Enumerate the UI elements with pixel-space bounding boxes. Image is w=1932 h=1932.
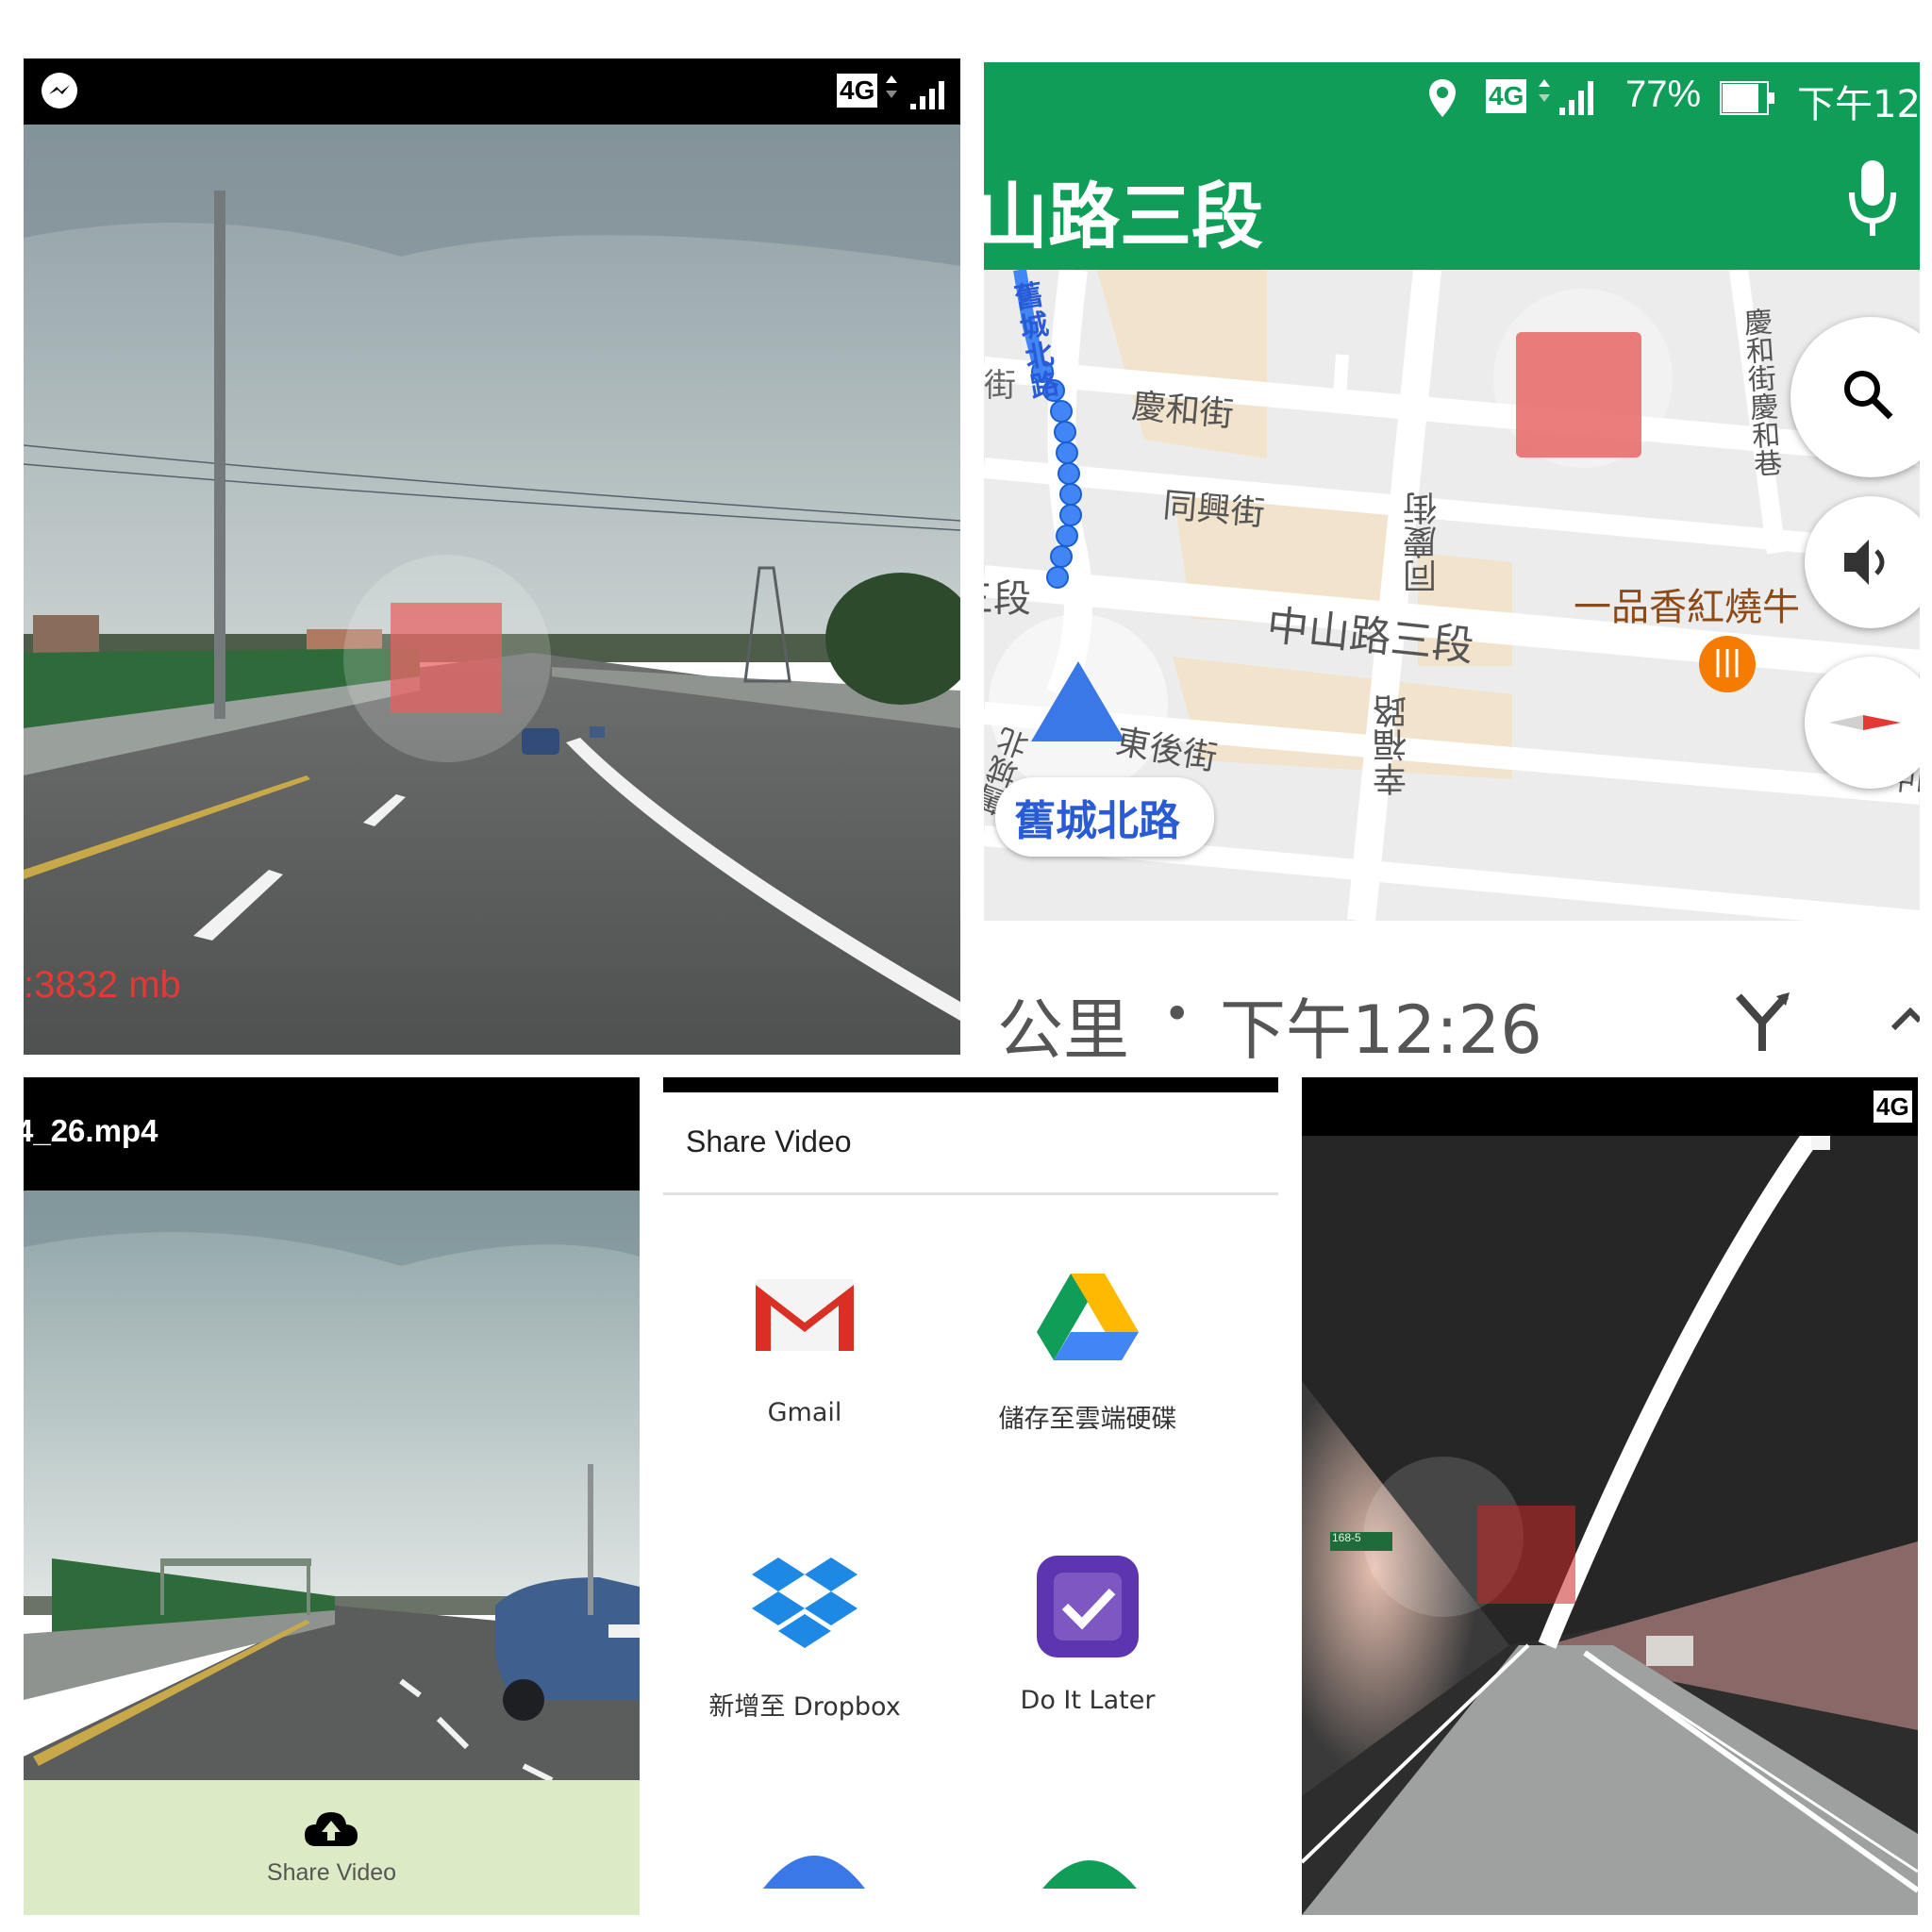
tunnel-sign-text: 168-5 <box>1332 1531 1361 1544</box>
share-option-partial-green-icon[interactable] <box>1037 1846 1142 1889</box>
map-view[interactable]: 舊城北路 街 慶和街 同興街 同慶街 三段 中山路三段 幸福路 東後街 慶和街慶… <box>984 270 1920 921</box>
video-title-bar: 4_26.mp4 <box>24 1077 640 1191</box>
share-option-label: Gmail <box>767 1398 842 1427</box>
map-label-edge-street: 街 <box>984 367 1016 405</box>
map-label-restaurant[interactable]: 一品香紅燒牛 <box>1574 576 1800 631</box>
network-type-label: 4G <box>837 74 878 108</box>
share-option-dropbox[interactable]: 新增至 Dropbox <box>682 1554 927 1742</box>
gmail-icon <box>756 1279 854 1351</box>
maps-navigation-panel: 4G 77% 下午12 山路三段 舊城北路 街 慶和街 同興街 同慶街 段 中山… <box>984 62 1920 1081</box>
compass-icon <box>1829 715 1901 730</box>
map-label-duan: 三段 <box>984 577 1031 621</box>
do-it-later-icon <box>1037 1556 1139 1657</box>
chevron-up-icon[interactable] <box>1891 1004 1920 1041</box>
battery-percent: 77% <box>1625 74 1702 115</box>
share-option-do-it-later[interactable]: Do It Later <box>984 1554 1191 1742</box>
navigation-header: 山路三段 <box>984 130 1920 270</box>
signal-icon <box>886 75 944 109</box>
share-option-label: Do It Later <box>1020 1686 1156 1715</box>
map-label-tongqing-street: 同慶街 <box>1404 491 1442 593</box>
alternate-routes-icon[interactable] <box>1729 989 1795 1055</box>
google-drive-icon <box>1037 1274 1139 1360</box>
share-option-label: 儲存至雲端硬碟 <box>998 1405 1177 1434</box>
network-type-label: 4G <box>1874 1091 1912 1123</box>
tunnel-video-frame <box>1302 1136 1918 1915</box>
location-pin-icon <box>1429 79 1456 117</box>
battery-icon <box>1720 81 1774 115</box>
share-option-label: 新增至 Dropbox <box>708 1692 901 1722</box>
cloud-upload-icon <box>305 1812 358 1846</box>
video-preview[interactable] <box>24 1191 640 1780</box>
storage-remaining-label: :3832 mb <box>24 964 181 1006</box>
eta-separator: • <box>1163 987 1191 1041</box>
tunnel-recording-panel: 4G 168-5 <box>1302 1077 1918 1915</box>
video-player-panel: 4_26.mp4 Share Video <box>24 1077 640 1915</box>
share-dialog-panel: Share Video Gmail 儲存至雲端硬碟 新增至 Dropbox Do… <box>663 1077 1278 1915</box>
share-video-label: Share Video <box>266 1859 397 1886</box>
status-time: 下午12 <box>1797 83 1920 126</box>
current-road-chip[interactable]: 舊城北路 <box>995 777 1214 857</box>
map-label-xingfu-road: 幸福路 <box>1374 694 1412 796</box>
share-option-gmail[interactable]: Gmail <box>701 1275 908 1464</box>
search-icon <box>1844 371 1893 420</box>
volume-icon <box>1844 540 1885 585</box>
status-bar: 4G 77% 下午12 <box>984 62 1920 130</box>
arrival-time: 下午12:26 <box>1220 991 1542 1069</box>
signal-icon <box>1539 79 1593 115</box>
network-type-label: 4G <box>1486 79 1527 113</box>
map-label-qinghe-street: 慶和街 <box>1130 387 1236 435</box>
share-option-google-drive[interactable]: 儲存至雲端硬碟 <box>946 1274 1229 1464</box>
distance-unit: 公里 <box>997 991 1129 1069</box>
dashcam-video-frame <box>24 125 960 1055</box>
dropbox-icon <box>752 1557 858 1648</box>
video-filename: 4_26.mp4 <box>24 1113 158 1148</box>
dialog-top-edge <box>663 1077 1278 1092</box>
current-street-name: 山路三段 <box>984 175 1263 258</box>
map-label-tongxing-street: 同興街 <box>1161 486 1267 534</box>
status-bar: 4G <box>24 58 960 125</box>
share-option-partial-blue-icon[interactable] <box>761 1841 867 1889</box>
messenger-icon <box>42 73 77 108</box>
trip-summary-bar[interactable]: 公里 • 下午12:26 <box>984 921 1920 1081</box>
dialog-title: Share Video <box>686 1124 852 1158</box>
status-bar: 4G <box>1302 1077 1918 1136</box>
title-divider <box>663 1192 1278 1195</box>
microphone-icon[interactable] <box>1844 155 1901 245</box>
share-video-button[interactable]: Share Video <box>24 1780 640 1915</box>
dashcam-recording-panel: 4G:3832 mb <box>24 58 960 1055</box>
